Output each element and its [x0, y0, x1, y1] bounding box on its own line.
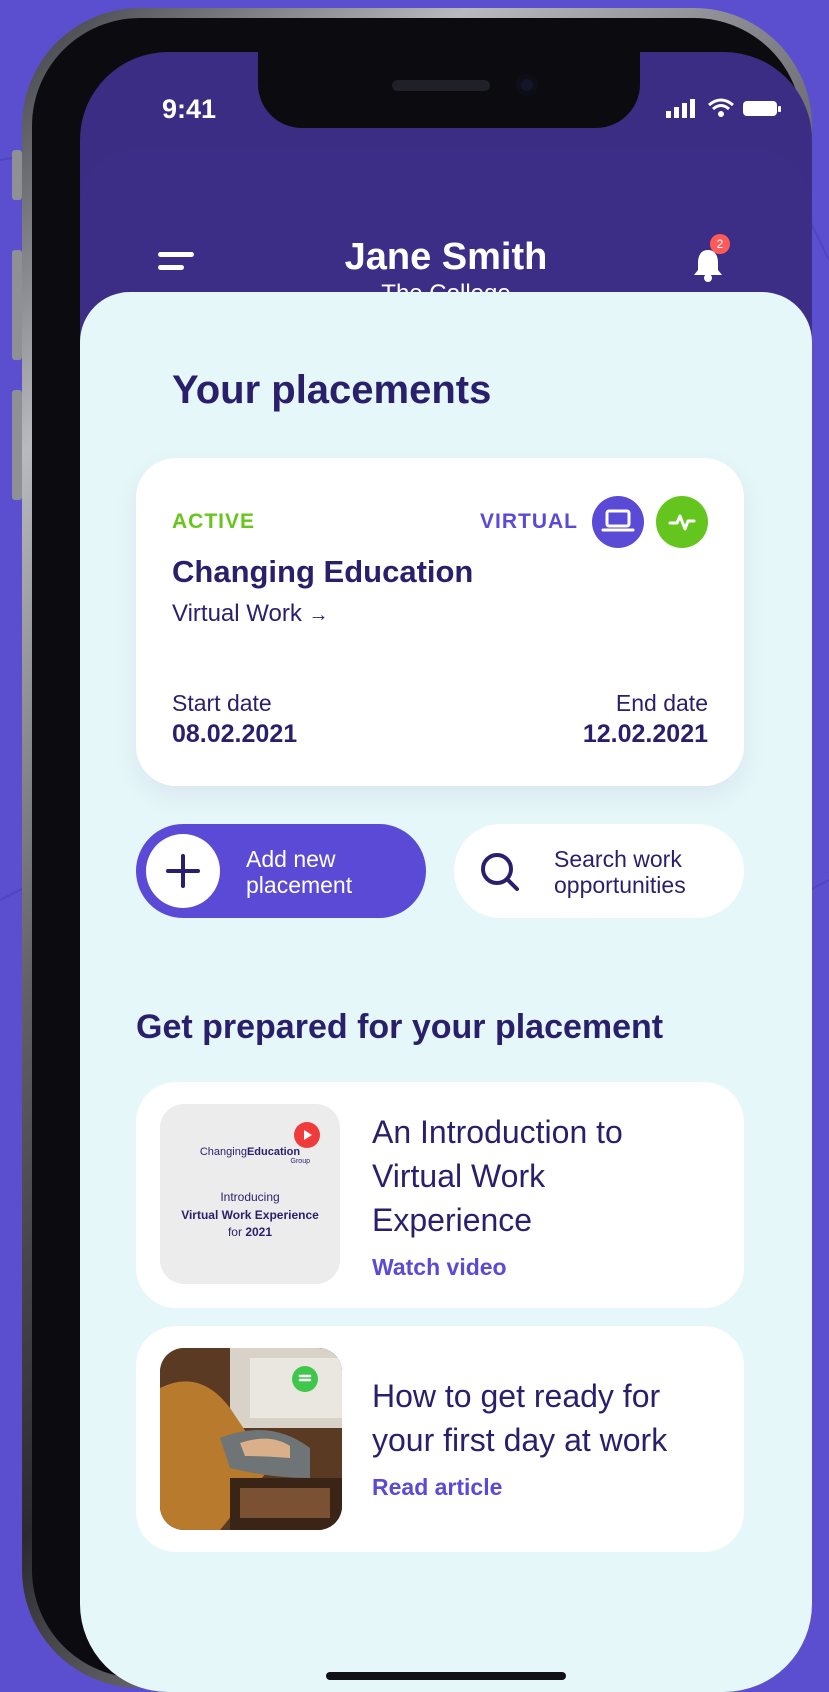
- add-placement-label: Add new placement: [246, 846, 352, 898]
- read-article-link[interactable]: Read article: [372, 1474, 502, 1501]
- search-line2: opportunities: [554, 872, 686, 898]
- placements-title: Your placements: [172, 368, 492, 412]
- start-date-label: Start date: [172, 690, 272, 716]
- add-placement-line2: placement: [246, 872, 353, 898]
- placement-card[interactable]: ACTIVE VIRTUAL Changing Education Virtua…: [136, 458, 744, 786]
- search-opportunities-label: Search work opportunities: [554, 846, 686, 898]
- search-icon: [481, 853, 519, 891]
- silent-switch: [12, 150, 22, 200]
- resource-card-article[interactable]: How to get ready for your first day at w…: [136, 1326, 744, 1552]
- laptop-icon: [592, 496, 644, 548]
- status-label: ACTIVE: [172, 510, 256, 533]
- notch: [258, 52, 640, 128]
- phone-frame: 9:41 Jane Smith 2 Your placements ACTIVE…: [22, 8, 812, 1692]
- thumbnail-heading: Virtual Work Experience: [181, 1208, 319, 1222]
- front-camera: [516, 74, 538, 96]
- resource-card-video[interactable]: ChangingEducation Group Introducing Virt…: [136, 1082, 744, 1308]
- thumbnail-intro: Introducing: [220, 1190, 280, 1204]
- notifications-button[interactable]: 2: [692, 234, 730, 287]
- add-placement-line1: Add new: [246, 846, 336, 872]
- watch-video-link[interactable]: Watch video: [372, 1254, 507, 1281]
- wifi-icon: [708, 98, 734, 117]
- resource-title: An Introduction to Virtual Work Experien…: [372, 1114, 623, 1238]
- home-indicator[interactable]: [326, 1672, 566, 1680]
- screen: 9:41 Jane Smith 2 Your placements ACTIVE…: [80, 52, 812, 1692]
- plus-icon: [146, 834, 220, 908]
- end-date-label: End date: [615, 690, 708, 716]
- status-icons: [666, 98, 782, 118]
- thumbnail-logo: ChangingEducation Group: [199, 1146, 310, 1165]
- company-name: Changing Education: [172, 554, 474, 589]
- search-line1: Search work: [554, 846, 682, 872]
- signal-icon: [666, 99, 695, 118]
- placement-type-link[interactable]: Virtual Work →: [172, 600, 329, 628]
- resource-title: How to get ready for your first day at w…: [372, 1378, 668, 1458]
- thumbnail-year: for 2021: [227, 1225, 273, 1239]
- arrow-right-icon: →: [308, 604, 329, 626]
- video-thumbnail[interactable]: ChangingEducation Group Introducing Virt…: [160, 1104, 340, 1284]
- add-placement-button[interactable]: Add new placement: [136, 824, 426, 918]
- search-opportunities-button[interactable]: Search work opportunities: [454, 824, 744, 918]
- prepare-title: Get prepared for your placement: [136, 1008, 664, 1046]
- volume-down-button: [12, 390, 22, 500]
- document-icon: [292, 1366, 318, 1392]
- status-time: 9:41: [162, 94, 217, 124]
- mode-label: VIRTUAL: [480, 510, 578, 533]
- placement-type-label: Virtual Work: [172, 600, 302, 627]
- start-date-value: 08.02.2021: [172, 720, 298, 748]
- volume-up-button: [12, 250, 22, 360]
- phone-bezel: 9:41 Jane Smith 2 Your placements ACTIVE…: [32, 18, 812, 1692]
- end-date-value: 12.02.2021: [582, 720, 708, 748]
- article-thumbnail[interactable]: [160, 1348, 342, 1530]
- play-icon: [294, 1122, 320, 1148]
- battery-icon: [743, 101, 781, 116]
- speaker: [392, 80, 490, 91]
- activity-icon: [656, 496, 708, 548]
- notification-badge: 2: [710, 234, 730, 254]
